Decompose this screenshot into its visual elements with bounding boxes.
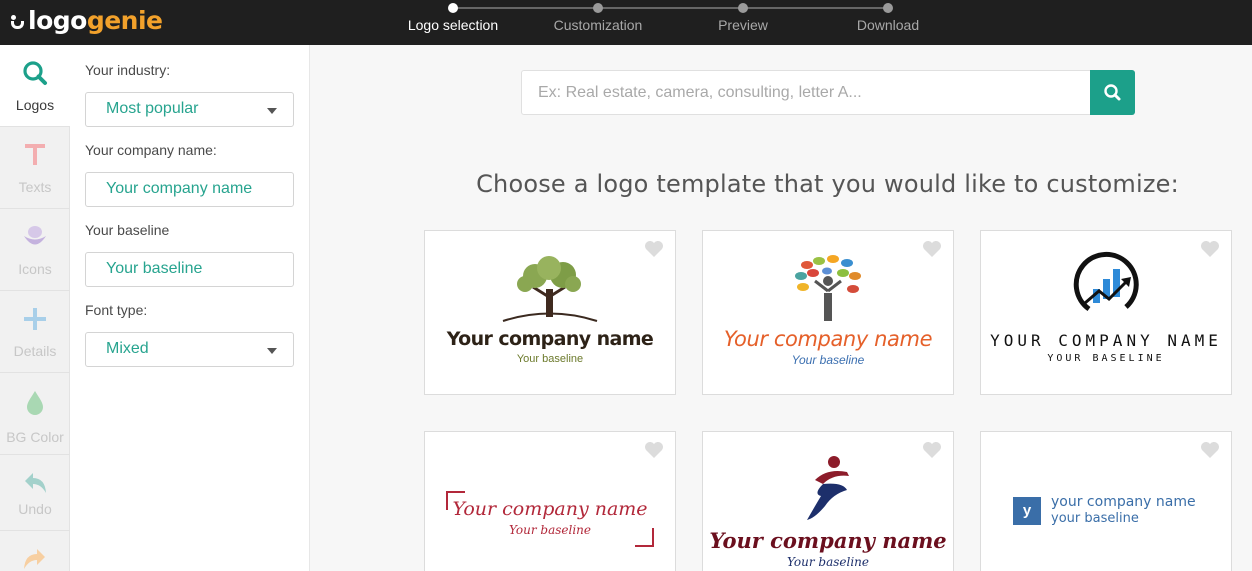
rail-item-undo[interactable]: Undo xyxy=(0,455,70,531)
step-logo-selection[interactable]: Logo selection xyxy=(393,17,513,33)
baseline-label: Your baseline xyxy=(85,222,170,238)
step-dot-preview xyxy=(738,3,748,13)
company-name-input[interactable]: Your company name xyxy=(85,172,294,207)
plus-icon xyxy=(24,308,46,330)
rail-item-logos[interactable]: Logos xyxy=(0,45,70,127)
chevron-down-icon xyxy=(267,108,277,114)
card-company-name: Your company name xyxy=(723,327,933,351)
card-baseline: your baseline xyxy=(1051,511,1139,526)
step-dot-customization xyxy=(593,3,603,13)
logo-template-card[interactable]: y your company name your baseline xyxy=(980,431,1232,571)
font-type-value: Mixed xyxy=(106,340,149,357)
industry-select[interactable]: Most popular xyxy=(85,92,294,127)
undo-icon xyxy=(25,473,46,493)
genie-lamp-icon xyxy=(11,14,25,31)
step-dot-download xyxy=(883,3,893,13)
step-dot-logo-selection xyxy=(448,3,458,13)
page-heading: Choose a logo template that you would li… xyxy=(476,170,1179,198)
top-bar: logo genie Logo selection Customization P… xyxy=(0,0,1252,45)
rail-label-texts: Texts xyxy=(18,179,52,195)
logo-template-card[interactable]: Your company name Your baseline xyxy=(702,431,954,571)
rail-label-logos: Logos xyxy=(15,97,55,113)
rail-item-bg-color[interactable]: BG Color xyxy=(0,373,70,455)
logo-template-card[interactable]: Your company name Your baseline xyxy=(702,230,954,395)
card-company-name: Your company name xyxy=(709,528,947,553)
card-company-name: Your company name xyxy=(446,328,654,350)
rail-item-details[interactable]: Details xyxy=(0,291,70,373)
chevron-down-icon xyxy=(267,348,277,354)
flower-icon xyxy=(24,226,46,245)
brand-logo[interactable]: logo genie xyxy=(11,6,163,35)
card-baseline: YOUR BASELINE xyxy=(1047,353,1165,364)
rail-item-texts[interactable]: Texts xyxy=(0,127,70,209)
monogram-badge: y xyxy=(1013,497,1041,525)
rail-label-icons: Icons xyxy=(18,261,52,277)
rail-item-redo[interactable] xyxy=(0,531,70,571)
search-bar xyxy=(521,70,1135,115)
redo-icon xyxy=(24,549,45,569)
company-name-value: Your company name xyxy=(106,180,253,197)
industry-select-value: Most popular xyxy=(106,100,199,117)
industry-label: Your industry: xyxy=(85,62,171,78)
card-baseline: Your baseline xyxy=(791,353,865,367)
rail-item-icons[interactable]: Icons xyxy=(0,209,70,291)
options-panel: Your industry: Most popular Your company… xyxy=(70,45,310,571)
steps-line xyxy=(453,7,888,9)
baseline-input[interactable]: Your baseline xyxy=(85,252,294,287)
rail-label-details: Details xyxy=(13,343,57,359)
brand-name-part1: logo xyxy=(28,6,87,35)
tool-rail: Logos Texts Icons Details BG Color Undo xyxy=(0,45,70,571)
search-button[interactable] xyxy=(1090,70,1135,115)
step-customization[interactable]: Customization xyxy=(538,17,658,33)
step-preview[interactable]: Preview xyxy=(683,17,803,33)
progress-steps: Logo selection Customization Preview Dow… xyxy=(400,0,940,45)
colorful-tree-logo-icon xyxy=(795,255,861,321)
card-baseline: Your baseline xyxy=(787,555,869,569)
card-baseline: Your baseline xyxy=(509,523,591,537)
tree-logo-icon xyxy=(502,256,598,322)
card-company-name: YOUR COMPANY NAME xyxy=(990,331,1222,350)
text-icon xyxy=(25,144,45,165)
logo-template-card[interactable]: YOUR COMPANY NAME YOUR BASELINE xyxy=(980,230,1232,395)
search-icon xyxy=(1104,84,1121,101)
brand-name-part2: genie xyxy=(86,6,163,35)
logo-template-card[interactable]: Your company name Your baseline xyxy=(424,431,676,571)
rail-label-undo: Undo xyxy=(18,501,52,517)
drop-icon xyxy=(27,391,43,415)
heart-icon[interactable] xyxy=(1200,441,1220,459)
card-company-name: Your company name xyxy=(452,498,648,520)
rail-label-bg-color: BG Color xyxy=(6,429,64,445)
card-company-name: your company name xyxy=(1051,494,1196,510)
baseline-value: Your baseline xyxy=(106,260,203,277)
step-download[interactable]: Download xyxy=(828,17,948,33)
card-baseline: Your baseline xyxy=(516,353,584,365)
logo-template-card[interactable]: Your company name Your baseline xyxy=(424,230,676,395)
company-name-label: Your company name: xyxy=(85,142,217,158)
search-icon xyxy=(23,61,47,85)
search-input[interactable] xyxy=(522,71,1090,114)
font-type-select[interactable]: Mixed xyxy=(85,332,294,367)
growth-chart-logo-icon xyxy=(1073,251,1139,312)
font-type-label: Font type: xyxy=(85,302,148,318)
